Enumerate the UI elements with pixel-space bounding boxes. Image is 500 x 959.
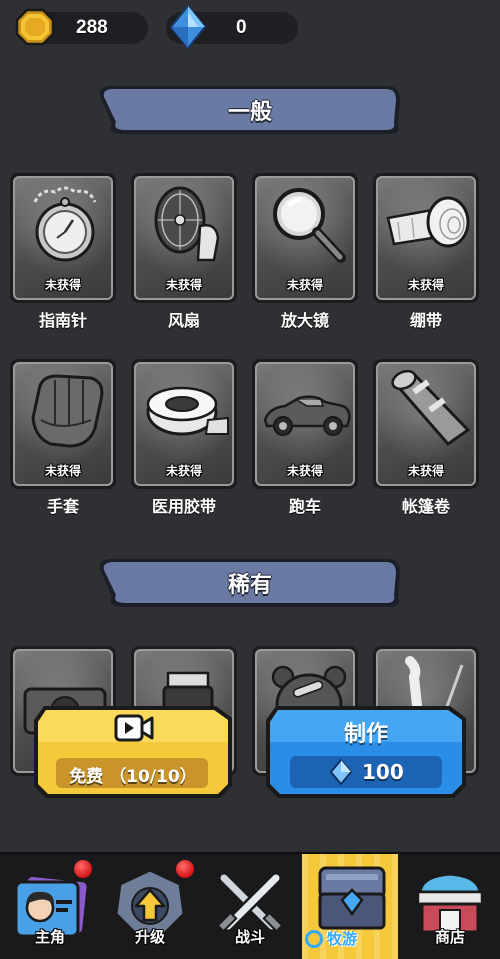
free-label-text: 免费: [69, 767, 104, 787]
item-name: 绷带: [409, 311, 442, 330]
watermark-logo-icon: [305, 929, 323, 948]
item-name: 手套: [46, 497, 79, 516]
section-banner-rare: 稀有: [98, 557, 402, 609]
nav-tab-shop[interactable]: 商店: [400, 854, 500, 959]
gem-icon: [169, 4, 207, 50]
item-card-compass[interactable]: 未获得: [10, 173, 116, 303]
item-name: 放大镜: [280, 311, 329, 330]
section-banner-common: 一般: [98, 84, 402, 136]
free-button-label: 免费 （10/10）: [30, 762, 236, 787]
treasure-chest-icon: [318, 866, 386, 930]
medical-tape-icon: [146, 386, 229, 436]
item-name: 指南针: [38, 311, 87, 330]
section-title: 稀有: [227, 573, 272, 598]
bandage-icon: [386, 196, 470, 248]
nav-label: 战斗: [234, 928, 265, 946]
notification-badge: [72, 858, 94, 880]
gem-icon: [330, 759, 352, 785]
free-count-text: （10/10）: [109, 767, 197, 787]
item-card-fan[interactable]: 未获得: [131, 173, 237, 303]
item-status: 未获得: [286, 278, 323, 292]
watermark-text: 牧游: [327, 930, 358, 948]
item-status: 未获得: [44, 464, 81, 478]
item-name: 帐篷卷: [401, 497, 450, 516]
nav-tab-hero[interactable]: 主角: [0, 854, 100, 959]
item-status: 未获得: [407, 278, 444, 292]
craft-button-label: 制作: [343, 722, 388, 747]
item-status: 未获得: [44, 278, 81, 292]
coin-icon: [15, 8, 55, 46]
coin-amount: 288: [76, 17, 108, 38]
baseball-glove-icon: [31, 374, 104, 448]
item-card-magnifier[interactable]: 未获得: [252, 173, 358, 303]
item-status: 未获得: [165, 278, 202, 292]
nav-label: 商店: [434, 928, 465, 946]
pocket-watch-compass-icon: [33, 186, 97, 262]
item-name: 跑车: [288, 497, 321, 516]
item-name: 风扇: [167, 311, 200, 330]
item-status: 未获得: [165, 464, 202, 478]
fan-icon: [154, 186, 220, 262]
nav-tab-upgrade[interactable]: 升级: [100, 854, 200, 959]
free-button[interactable]: 免费 （10/10）: [30, 702, 236, 800]
gem-counter: 0: [166, 4, 298, 50]
bottom-nav: 主角 升级 战斗 商店 牧游: [0, 852, 500, 959]
watermark: 牧游: [305, 928, 357, 949]
nav-label: 主角: [34, 928, 65, 946]
craft-button[interactable]: 制作 100: [262, 702, 470, 800]
item-name: 医用胶带: [151, 497, 216, 516]
item-status: 未获得: [407, 464, 444, 478]
item-card-medical-tape[interactable]: 未获得: [131, 359, 237, 489]
nav-tab-battle[interactable]: 战斗: [200, 854, 300, 959]
video-camera-icon: [114, 714, 154, 742]
notification-badge: [174, 858, 196, 880]
item-card-glove[interactable]: 未获得: [10, 359, 116, 489]
tent-roll-icon: [391, 369, 471, 447]
coin-counter: 288: [15, 8, 148, 46]
magnifying-glass-icon: [273, 188, 346, 263]
craft-cost: 100: [362, 760, 404, 784]
nav-label: 升级: [134, 928, 165, 946]
currency-bar: 288 0: [15, 4, 300, 50]
item-card-bandage[interactable]: 未获得: [373, 173, 479, 303]
item-status: 未获得: [286, 464, 323, 478]
item-card-sports-car[interactable]: 未获得: [252, 359, 358, 489]
gem-amount: 0: [236, 17, 247, 38]
section-title: 一般: [227, 100, 272, 125]
sports-car-icon: [263, 395, 351, 436]
item-card-tent-roll[interactable]: 未获得: [373, 359, 479, 489]
